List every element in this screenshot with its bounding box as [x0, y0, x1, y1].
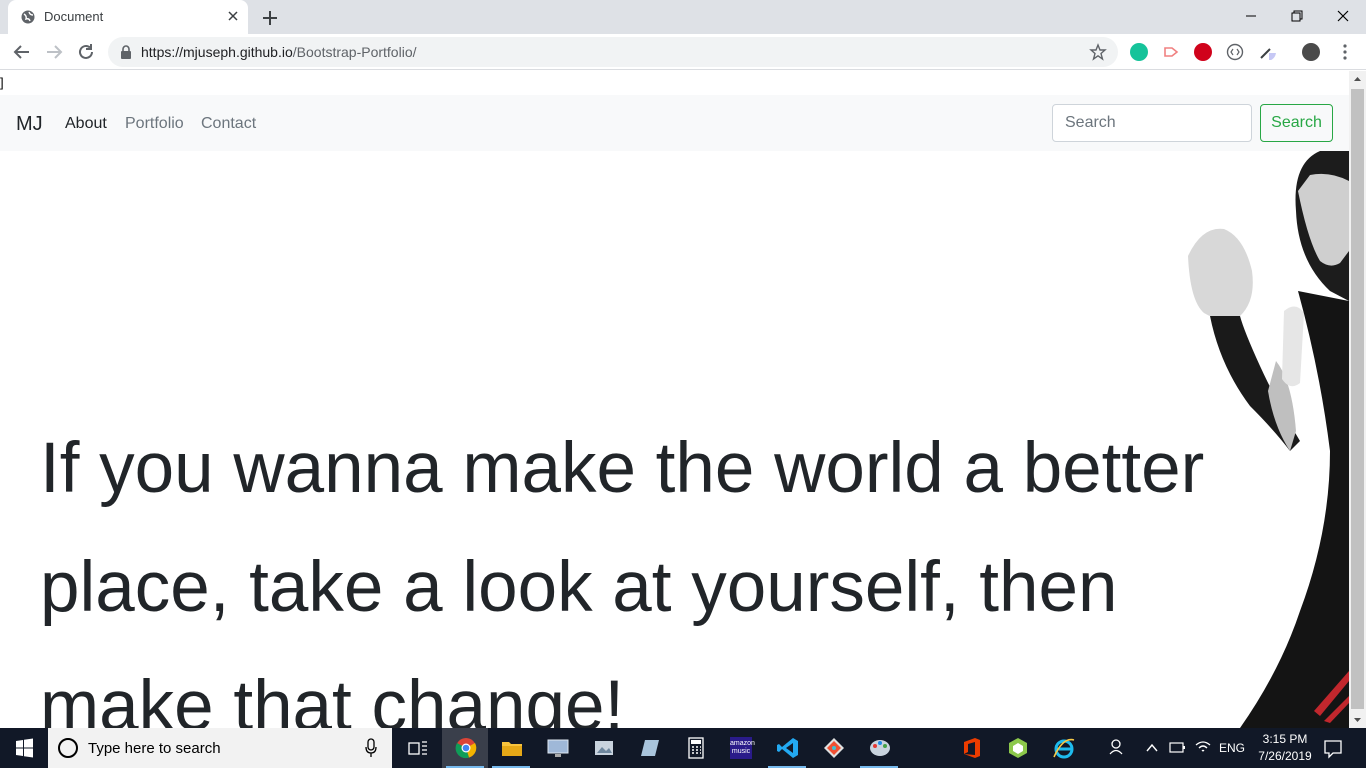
chrome-icon	[455, 738, 477, 759]
page-scrollbar[interactable]	[1349, 71, 1366, 728]
taskbar-chrome[interactable]	[442, 728, 488, 768]
scroll-down-arrow-icon[interactable]	[1349, 711, 1366, 728]
hexagon-app-icon	[1009, 738, 1027, 758]
taskbar-office[interactable]	[948, 728, 994, 768]
forward-arrow-icon[interactable]	[43, 41, 65, 63]
task-view-button[interactable]	[394, 728, 440, 768]
cortana-circle-icon	[58, 738, 78, 758]
scroll-up-arrow-icon[interactable]	[1349, 71, 1366, 88]
stray-text: ]	[0, 75, 4, 90]
globe-icon	[21, 10, 35, 24]
battery-icon[interactable]	[1168, 728, 1186, 768]
adblock-extension-icon[interactable]	[1194, 43, 1212, 61]
language-indicator[interactable]: ENG	[1219, 741, 1245, 755]
taskbar-calculator[interactable]	[672, 728, 718, 768]
notifications-icon[interactable]	[1322, 728, 1344, 768]
taskbar-git[interactable]	[810, 728, 856, 768]
git-icon	[824, 738, 844, 758]
taskbar-vscode[interactable]	[764, 728, 810, 768]
taskbar-paint[interactable]	[856, 728, 902, 768]
taskbar-node[interactable]	[994, 728, 1040, 768]
profile-avatar[interactable]	[1302, 43, 1320, 61]
scrollbar-thumb[interactable]	[1351, 89, 1364, 709]
nav-link-about[interactable]: About	[65, 115, 107, 133]
eyedropper-extension-icon[interactable]	[1258, 43, 1276, 61]
bookmark-star-icon[interactable]	[1089, 43, 1107, 61]
image-app-icon	[595, 741, 613, 755]
taskbar-search-box[interactable]: Type here to search	[48, 728, 392, 768]
navbar-brand[interactable]: MJ	[16, 113, 43, 136]
taskbar-internet-explorer[interactable]	[1040, 728, 1086, 768]
url-text: https://mjuseph.github.io/Bootstrap-Port…	[141, 44, 417, 60]
clock-date[interactable]: 7/26/2019	[1255, 749, 1315, 763]
browser-tabbar: Document	[0, 0, 1366, 34]
vscode-icon	[777, 738, 798, 758]
taskbar-file-explorer[interactable]	[488, 728, 534, 768]
browser-tab[interactable]: Document	[8, 0, 248, 34]
notes-app-icon	[641, 740, 659, 756]
people-icon[interactable]	[1108, 728, 1128, 768]
windows-taskbar: Type here to search amazon music ENG 3:1…	[0, 728, 1366, 768]
new-tab-icon[interactable]	[259, 7, 281, 29]
back-arrow-icon[interactable]	[11, 41, 33, 63]
taskbar-app-monitor[interactable]	[534, 728, 580, 768]
task-view-icon	[408, 741, 427, 755]
close-tab-icon[interactable]	[225, 8, 241, 24]
url-host: https://mjuseph.github.io	[141, 44, 293, 60]
close-window-icon[interactable]	[1330, 4, 1356, 28]
office-icon	[964, 738, 980, 758]
clock-time[interactable]: 3:15 PM	[1260, 732, 1310, 746]
monitor-app-icon	[547, 739, 569, 757]
taskbar-amazon-music[interactable]: amazon music	[718, 728, 764, 768]
reload-icon[interactable]	[75, 41, 97, 63]
menu-kebab-icon[interactable]	[1336, 43, 1354, 61]
search-input[interactable]	[1052, 104, 1252, 142]
restore-icon[interactable]	[1284, 4, 1310, 28]
internet-explorer-icon	[1053, 738, 1075, 759]
taskbar-app-photos[interactable]	[580, 728, 626, 768]
url-path: /Bootstrap-Portfolio/	[292, 44, 417, 60]
lock-icon	[121, 45, 131, 59]
code-extension-icon[interactable]	[1226, 43, 1244, 61]
nav-link-portfolio[interactable]: Portfolio	[125, 115, 184, 133]
microphone-icon[interactable]	[364, 738, 378, 758]
amazon-music-icon: amazon music	[730, 737, 755, 759]
browser-toolbar: https://mjuseph.github.io/Bootstrap-Port…	[0, 34, 1366, 70]
chevron-up-icon[interactable]	[1144, 728, 1160, 768]
folder-icon	[502, 742, 522, 756]
nav-link-contact[interactable]: Contact	[201, 115, 256, 133]
taskbar-search-placeholder: Type here to search	[88, 740, 221, 757]
hero-quote: If you wanna make the world a better pla…	[40, 428, 1205, 728]
search-button[interactable]: Search	[1260, 104, 1333, 142]
grammarly-extension-icon[interactable]	[1130, 43, 1148, 61]
site-navbar: MJ About Portfolio Contact Search	[0, 95, 1349, 151]
wifi-icon[interactable]	[1194, 728, 1212, 768]
minimize-icon[interactable]	[1238, 4, 1264, 28]
windows-start-icon[interactable]	[0, 728, 48, 768]
page-viewport: ] MJ About Portfolio Contact Search If y…	[0, 71, 1349, 728]
paint-palette-icon	[870, 740, 890, 756]
address-bar[interactable]: https://mjuseph.github.io/Bootstrap-Port…	[108, 37, 1118, 67]
taskbar-app-notes[interactable]	[626, 728, 672, 768]
calculator-icon	[688, 737, 704, 759]
cast-extension-icon[interactable]	[1162, 43, 1180, 61]
tab-title: Document	[44, 9, 104, 24]
